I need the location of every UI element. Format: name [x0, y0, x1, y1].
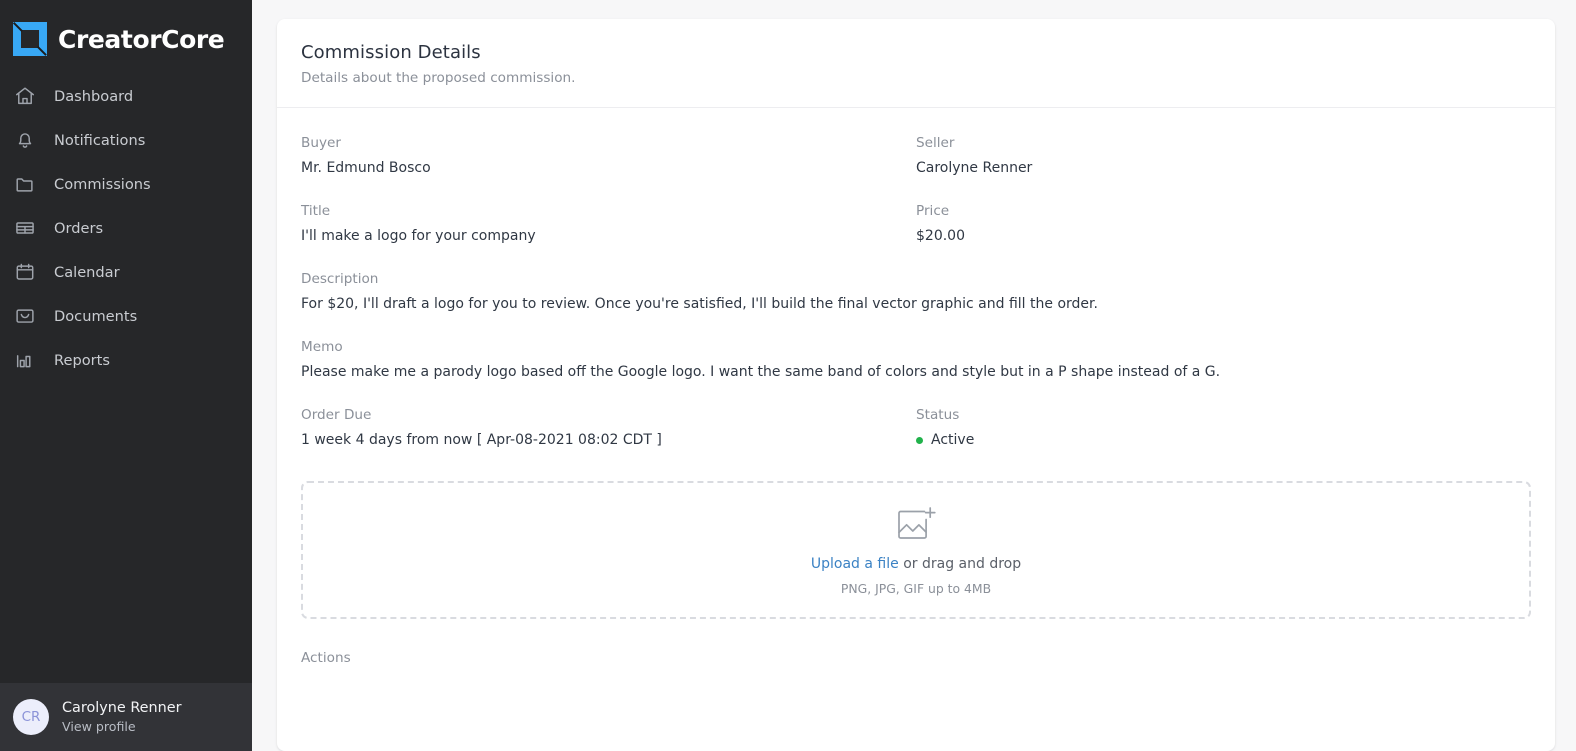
- field-description: Description For $20, I'll draft a logo f…: [301, 244, 1531, 312]
- field-order-due: Order Due 1 week 4 days from now [ Apr-0…: [301, 380, 916, 448]
- dropzone-hint: PNG, JPG, GIF up to 4MB: [840, 580, 992, 596]
- sidebar-item-orders[interactable]: Orders: [0, 206, 252, 250]
- app-root: CreatorCore Dashboard Notifications Comm: [0, 0, 1576, 751]
- row-due-status: Order Due 1 week 4 days from now [ Apr-0…: [301, 380, 1531, 448]
- field-status: Status Active: [916, 380, 1531, 448]
- avatar: CR: [13, 699, 49, 735]
- table-icon: [14, 217, 36, 239]
- profile-name: Carolyne Renner: [62, 699, 182, 716]
- description-value: For $20, I'll draft a logo for you to re…: [301, 296, 1098, 312]
- row-title-price: Title I'll make a logo for your company …: [301, 176, 1531, 244]
- sidebar: CreatorCore Dashboard Notifications Comm: [0, 0, 252, 751]
- seller-label: Seller: [916, 135, 955, 151]
- home-icon: [14, 85, 36, 107]
- sidebar-profile[interactable]: CR Carolyne Renner View profile: [0, 683, 252, 751]
- buyer-label: Buyer: [301, 135, 341, 151]
- bell-icon: [14, 129, 36, 151]
- square-logo-icon: [13, 21, 47, 57]
- inbox-icon: [14, 305, 36, 327]
- row-buyer-seller: Buyer Mr. Edmund Bosco Seller Carolyne R…: [301, 108, 1531, 176]
- actions-label: Actions: [301, 650, 351, 666]
- status-badge: Active: [916, 432, 1531, 448]
- upload-file-link[interactable]: Upload a file: [811, 556, 899, 572]
- card-header: Commission Details Details about the pro…: [277, 19, 1555, 108]
- memo-label: Memo: [301, 339, 343, 355]
- sidebar-item-calendar[interactable]: Calendar: [0, 250, 252, 294]
- title-label: Title: [301, 203, 331, 219]
- price-label: Price: [916, 203, 950, 219]
- calendar-icon: [14, 261, 36, 283]
- description-label: Description: [301, 271, 379, 287]
- sidebar-item-label: Calendar: [54, 263, 120, 281]
- dropzone-rest-text: or drag and drop: [898, 555, 1022, 572]
- buyer-value: Mr. Edmund Bosco: [301, 160, 431, 176]
- title-value: I'll make a logo for your company: [301, 228, 536, 244]
- sidebar-item-notifications[interactable]: Notifications: [0, 118, 252, 162]
- bar-chart-icon: [14, 349, 36, 371]
- memo-value: Please make me a parody logo based off t…: [301, 364, 1221, 380]
- order-due-value: 1 week 4 days from now [ Apr-08-2021 08:…: [301, 432, 662, 448]
- order-due-label: Order Due: [301, 407, 372, 423]
- main-content: Commission Details Details about the pro…: [252, 0, 1576, 751]
- sidebar-item-label: Documents: [54, 307, 138, 325]
- sidebar-item-dashboard[interactable]: Dashboard: [0, 74, 252, 118]
- field-price: Price $20.00: [916, 176, 1531, 244]
- sidebar-item-label: Notifications: [54, 131, 146, 149]
- view-profile-link[interactable]: View profile: [62, 718, 182, 735]
- status-value: Active: [931, 432, 975, 448]
- card-body: Buyer Mr. Edmund Bosco Seller Carolyne R…: [277, 108, 1555, 666]
- field-buyer: Buyer Mr. Edmund Bosco: [301, 108, 916, 176]
- sidebar-item-label: Commissions: [54, 175, 151, 193]
- price-value: $20.00: [916, 228, 965, 244]
- field-title: Title I'll make a logo for your company: [301, 176, 916, 244]
- sidebar-nav: Dashboard Notifications Commissions Orde…: [0, 74, 252, 382]
- image-add-icon: [894, 505, 938, 545]
- field-seller: Seller Carolyne Renner: [916, 108, 1531, 176]
- status-label: Status: [916, 407, 960, 423]
- commission-details-card: Commission Details Details about the pro…: [277, 19, 1555, 751]
- sidebar-item-label: Dashboard: [54, 87, 134, 105]
- sidebar-item-label: Reports: [54, 351, 110, 369]
- sidebar-item-reports[interactable]: Reports: [0, 338, 252, 382]
- sidebar-item-commissions[interactable]: Commissions: [0, 162, 252, 206]
- avatar-initials: CR: [21, 709, 41, 725]
- status-dot-icon: [916, 436, 923, 444]
- seller-value: Carolyne Renner: [916, 160, 1033, 176]
- sidebar-item-label: Orders: [54, 219, 104, 237]
- folder-icon: [14, 173, 36, 195]
- page-title: Commission Details: [301, 42, 481, 63]
- profile-text: Carolyne Renner View profile: [62, 699, 182, 735]
- field-memo: Memo Please make me a parody logo based …: [301, 312, 1531, 380]
- page-subtitle: Details about the proposed commission.: [301, 70, 576, 86]
- sidebar-item-documents[interactable]: Documents: [0, 294, 252, 338]
- brand-name: CreatorCore: [58, 24, 225, 54]
- dropzone-text: Upload a file or drag and drop: [811, 556, 1021, 572]
- file-dropzone[interactable]: Upload a file or drag and drop PNG, JPG,…: [301, 481, 1531, 619]
- brand[interactable]: CreatorCore: [0, 0, 252, 62]
